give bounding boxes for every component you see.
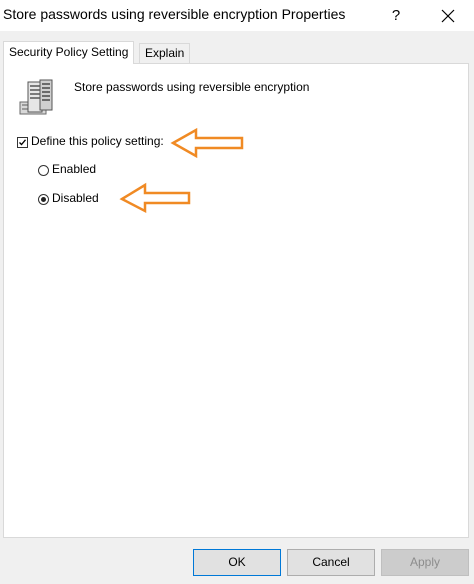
window-title: Store passwords using reversible encrypt…	[3, 6, 346, 22]
enabled-label[interactable]: Enabled	[52, 162, 96, 176]
enabled-radio[interactable]	[38, 165, 49, 176]
apply-button[interactable]: Apply	[381, 549, 469, 576]
left-arrow-icon	[119, 182, 191, 214]
cancel-button[interactable]: Cancel	[287, 549, 375, 576]
help-button[interactable]: ?	[380, 0, 412, 31]
server-policy-icon	[19, 79, 53, 115]
define-policy-checkbox[interactable]	[17, 137, 28, 148]
close-button[interactable]	[428, 0, 468, 31]
title-bar: Store passwords using reversible encrypt…	[0, 0, 474, 31]
tab-security-policy-setting[interactable]: Security Policy Setting	[3, 41, 135, 64]
radio-selected-dot	[41, 197, 46, 202]
disabled-radio[interactable]	[38, 194, 49, 205]
define-policy-label[interactable]: Define this policy setting:	[31, 134, 164, 148]
close-icon	[441, 9, 455, 23]
disabled-label[interactable]: Disabled	[52, 191, 99, 205]
policy-name: Store passwords using reversible encrypt…	[74, 80, 310, 94]
ok-button[interactable]: OK	[193, 549, 281, 576]
left-arrow-icon	[170, 127, 244, 159]
checkmark-icon	[19, 139, 26, 146]
tab-explain[interactable]: Explain	[139, 43, 191, 64]
